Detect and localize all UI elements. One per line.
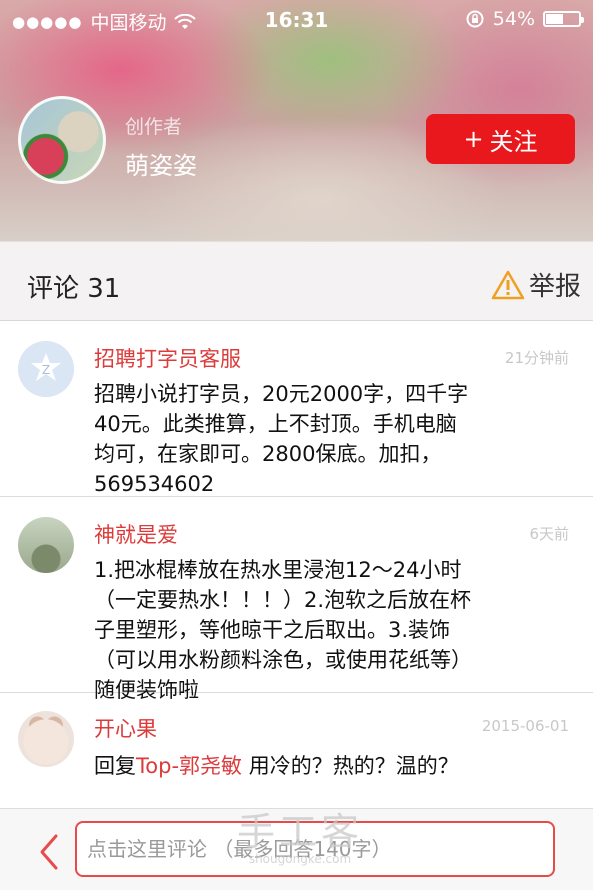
creator-label: 创作者 xyxy=(125,116,183,138)
comments-header: 评论 31 举报 xyxy=(0,241,593,321)
creator-name[interactable]: 萌姿姿 xyxy=(125,146,197,181)
svg-text:Z: Z xyxy=(42,363,50,377)
reply-prefix: 回复 xyxy=(94,754,136,778)
reply-body: 用冷的？热的？温的？ xyxy=(242,754,459,778)
report-button[interactable]: 举报 xyxy=(491,266,581,303)
follow-label: 关注 xyxy=(489,127,538,156)
comment-time: 2015-06-01 xyxy=(481,717,569,735)
comments-title: 评论 31 xyxy=(27,274,121,304)
comment-input-bar xyxy=(0,808,593,890)
avatar[interactable] xyxy=(18,517,74,573)
battery-icon xyxy=(543,11,584,27)
avatar[interactable]: Z xyxy=(18,341,74,397)
chevron-left-icon xyxy=(40,834,58,870)
comment-author[interactable]: 招聘打字员客服 xyxy=(94,343,241,373)
list-item: 开心果 2015-06-01 回复Top-郭尧敏 用冷的？热的？温的？ xyxy=(0,693,593,809)
comment-text: 1.把冰棍棒放在热水里浸泡12～24小时（一定要热水！！！）2.泡软之后放在杯子… xyxy=(94,558,472,702)
rotation-lock-icon xyxy=(466,10,484,28)
comment-input[interactable] xyxy=(75,821,555,877)
warning-icon xyxy=(491,270,525,299)
avatar[interactable] xyxy=(18,711,74,767)
battery-percent: 54% xyxy=(492,8,535,30)
plus-icon: + xyxy=(463,125,484,153)
comment-text: 招聘小说打字员，20元2000字，四千字40元。此类推算，上不封顶。手机电脑均可… xyxy=(94,382,469,496)
battery-level-fill xyxy=(546,14,564,24)
list-item: Z 招聘打字员客服 21分钟前 招聘小说打字员，20元2000字，四千字40元。… xyxy=(0,321,593,497)
comment-author[interactable]: 开心果 xyxy=(94,713,157,743)
reply-to-user[interactable]: Top-郭尧敏 xyxy=(136,754,242,778)
profile-header: ●●●●● 中国移动 16:31 54% 创作者 萌姿姿 + 关注 xyxy=(0,0,593,241)
report-label: 举报 xyxy=(528,272,581,302)
list-item: 神就是爱 6天前 1.把冰棍棒放在热水里浸泡12～24小时（一定要热水！！！）2… xyxy=(0,497,593,702)
follow-button[interactable]: + 关注 xyxy=(426,114,575,164)
comment-time: 21分钟前 xyxy=(504,349,569,367)
default-avatar-icon: Z xyxy=(18,341,74,397)
comment-text: 回复Top-郭尧敏 用冷的？热的？温的？ xyxy=(94,751,476,811)
creator-avatar[interactable] xyxy=(18,96,106,184)
comment-time: 6天前 xyxy=(529,525,569,543)
back-button[interactable] xyxy=(36,832,64,872)
comment-list: Z 招聘打字员客服 21分钟前 招聘小说打字员，20元2000字，四千字40元。… xyxy=(0,321,593,809)
comment-author[interactable]: 神就是爱 xyxy=(94,519,178,549)
status-bar: ●●●●● 中国移动 16:31 54% xyxy=(0,0,593,38)
